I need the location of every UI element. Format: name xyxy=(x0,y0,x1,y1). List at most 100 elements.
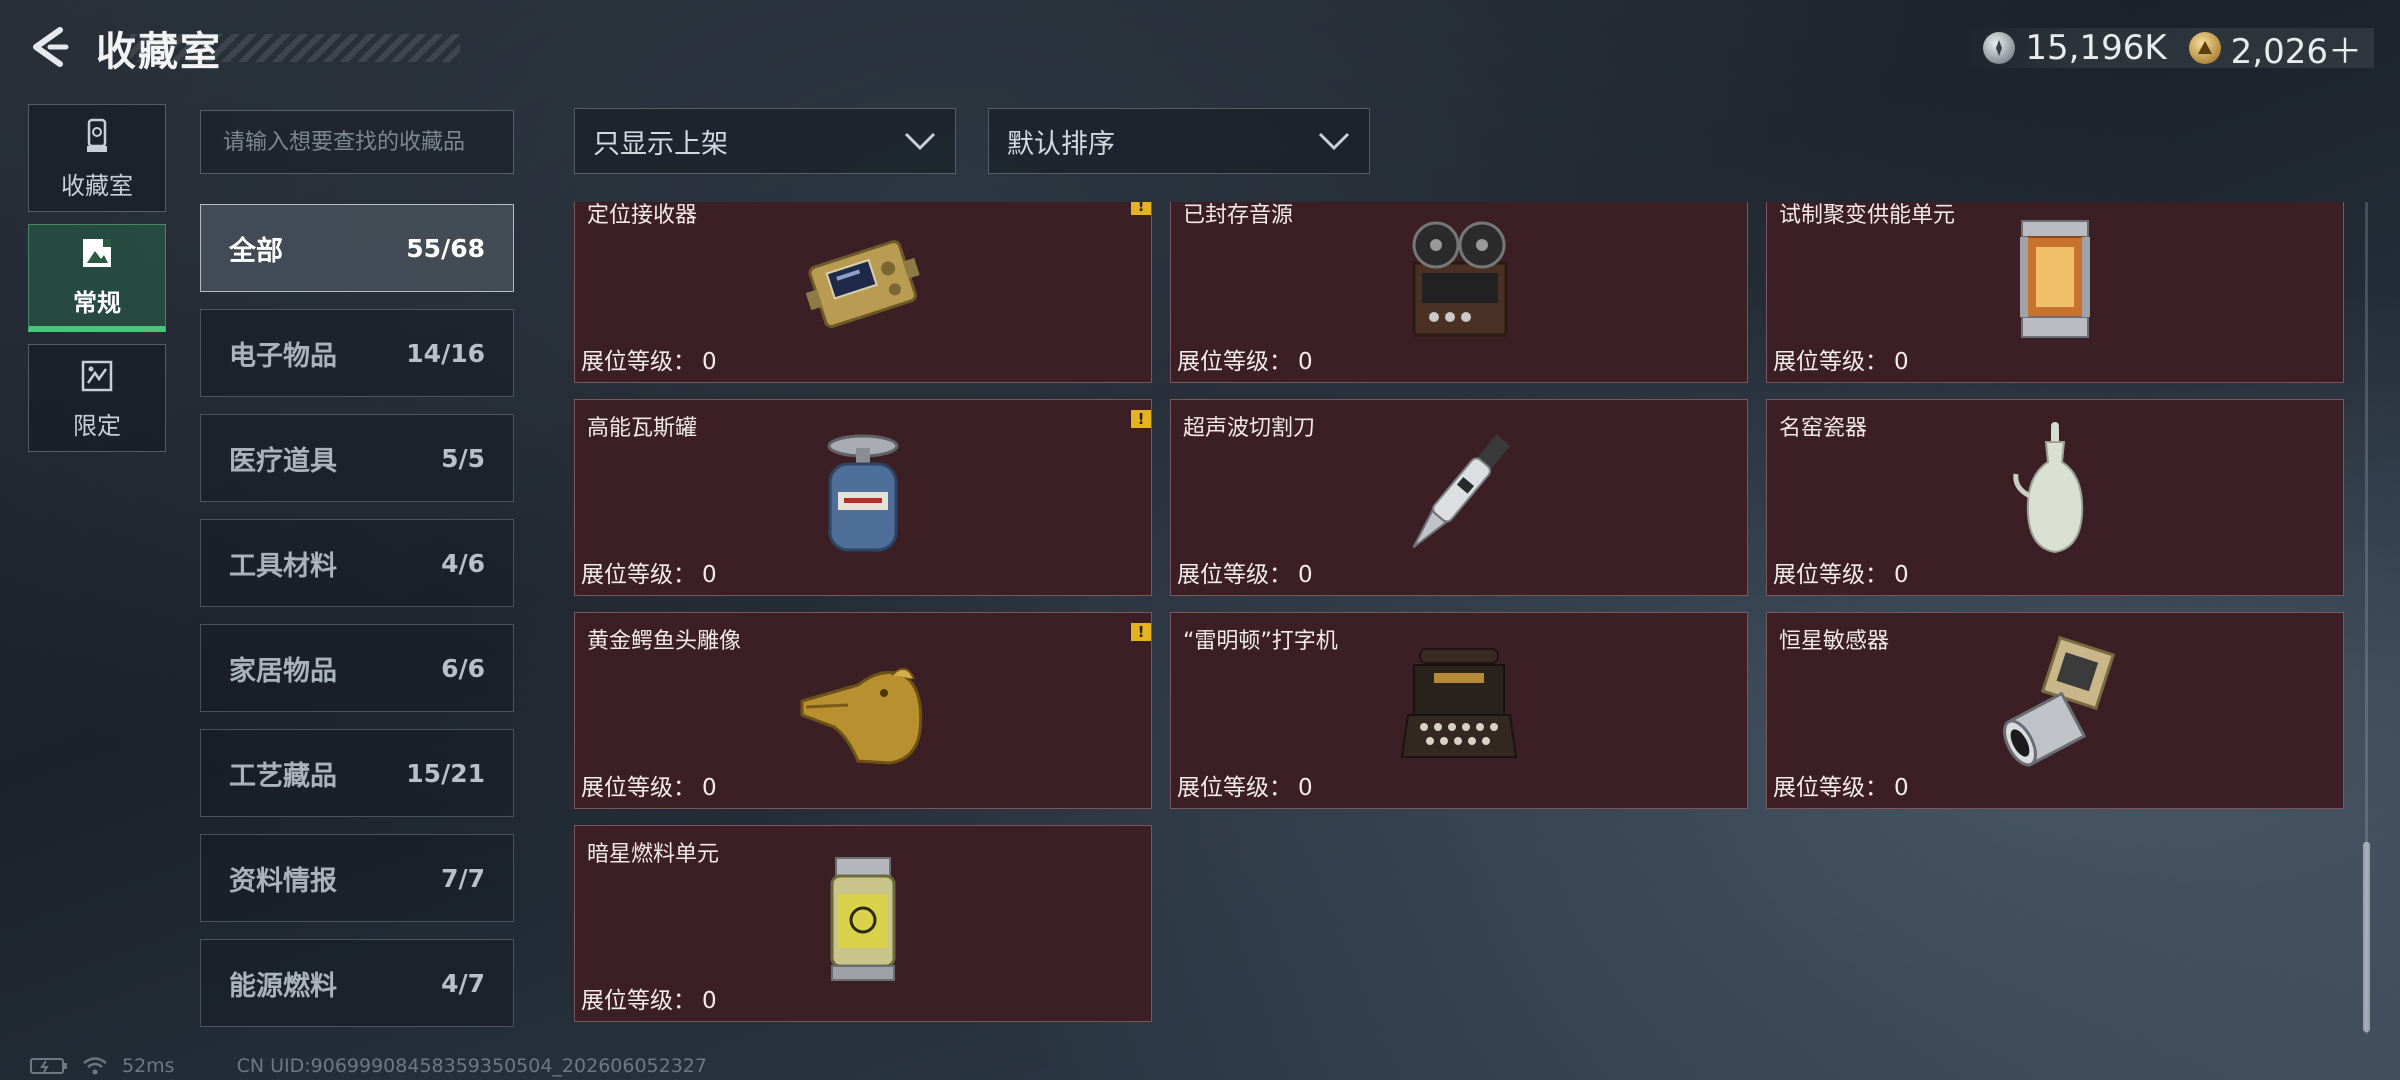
collection-card[interactable]: 恒星敏感器 展位等级： 0 xyxy=(1766,612,2344,809)
category-intel[interactable]: 资料情报 7/7 xyxy=(200,834,514,922)
category-label: 全部 xyxy=(229,235,283,267)
item-name: 定位接收器 xyxy=(587,203,698,228)
booth-level: 展位等级： 0 xyxy=(1773,342,1909,376)
booth-level-label: 展位等级： xyxy=(1177,562,1292,588)
currency-gold[interactable]: 2,026＋ xyxy=(2188,24,2362,73)
booth-level-value: 0 xyxy=(702,562,717,588)
sort-dropdown[interactable]: 默认排序 xyxy=(988,108,1370,174)
picture-icon xyxy=(83,239,111,267)
chevron-down-icon xyxy=(904,132,936,151)
collection-card[interactable]: 黄金鳄鱼头雕像 ! 展位等级： 0 xyxy=(574,612,1152,809)
booth-level-value: 0 xyxy=(1894,562,1909,588)
category-label: 电子物品 xyxy=(229,340,337,372)
category-electronics[interactable]: 电子物品 14/16 xyxy=(200,309,514,397)
left-rail: 收藏室 常规 限定 xyxy=(28,104,166,464)
chevron-down-icon xyxy=(1318,132,1350,151)
collection-card[interactable]: “雷明顿”打字机 展位等级： 0 xyxy=(1170,612,1748,809)
item-name: “雷明顿”打字机 xyxy=(1183,629,1338,654)
category-label: 工具材料 xyxy=(229,550,337,582)
porcelain-vase-icon xyxy=(2013,422,2084,554)
star-sensor-icon xyxy=(2003,635,2116,767)
display-filter-dropdown[interactable]: 只显示上架 xyxy=(574,108,956,174)
category-count: 6/6 xyxy=(441,653,485,683)
fuel-cell-icon xyxy=(830,857,896,981)
limited-icon xyxy=(81,360,113,391)
collection-card[interactable]: 定位接收器 ! 展位等级： 0 xyxy=(574,202,1152,383)
rail-item-regular[interactable]: 常规 xyxy=(28,224,166,332)
category-all[interactable]: 全部 55/68 xyxy=(200,204,514,292)
booth-level-value: 0 xyxy=(1298,562,1313,588)
category-crafts[interactable]: 工艺藏品 15/21 xyxy=(200,729,514,817)
booth-level: 展位等级： 0 xyxy=(1773,555,1909,589)
booth-level-value: 0 xyxy=(702,349,717,375)
booth-level: 展位等级： 0 xyxy=(1177,555,1313,589)
category-household[interactable]: 家居物品 6/6 xyxy=(200,624,514,712)
typewriter-icon xyxy=(1400,648,1518,758)
booth-level-label: 展位等级： xyxy=(581,775,696,801)
sort-value: 默认排序 xyxy=(1007,128,1115,160)
booth-level: 展位等级： 0 xyxy=(1773,768,1909,802)
category-count: 55/68 xyxy=(406,233,485,263)
booth-level-label: 展位等级： xyxy=(581,988,696,1014)
category-label: 工艺藏品 xyxy=(229,760,337,792)
back-arrow-icon[interactable] xyxy=(26,24,72,70)
category-label: 能源燃料 xyxy=(229,970,337,1002)
rail-label: 限定 xyxy=(73,411,121,440)
booth-level: 展位等级： 0 xyxy=(581,342,717,376)
collection-card[interactable]: 高能瓦斯罐 ! 展位等级： 0 xyxy=(574,399,1152,596)
warning-icon: ! xyxy=(1131,410,1151,428)
item-name: 试制聚变供能单元 xyxy=(1779,203,1956,228)
category-count: 15/21 xyxy=(406,758,485,788)
category-label: 医疗道具 xyxy=(229,445,337,477)
collection-card[interactable]: 超声波切割刀 展位等级： 0 xyxy=(1170,399,1748,596)
silver-coin-value: 15,196K xyxy=(2025,28,2167,68)
booth-level-value: 0 xyxy=(1298,775,1313,801)
collection-card[interactable]: 名窑瓷器 展位等级： 0 xyxy=(1766,399,2344,596)
currency-silver[interactable]: 15,196K xyxy=(1983,28,2167,68)
category-energy[interactable]: 能源燃料 4/7 xyxy=(200,939,514,1027)
booth-level-value: 0 xyxy=(1894,349,1909,375)
category-list: 全部 55/68 电子物品 14/16 医疗道具 5/5 工具材料 4/6 家居… xyxy=(200,204,514,1044)
gold-coin-value: 2,026＋ xyxy=(2230,31,2362,72)
reel-tape-recorder-icon xyxy=(1412,221,1508,337)
booth-level-value: 0 xyxy=(1894,775,1909,801)
booth-level-label: 展位等级： xyxy=(1773,349,1888,375)
rail-label: 收藏室 xyxy=(61,171,133,200)
item-name: 已封存音源 xyxy=(1183,203,1294,228)
rail-item-collection-room[interactable]: 收藏室 xyxy=(28,104,166,212)
collection-card[interactable]: 暗星燃料单元 展位等级： 0 xyxy=(574,825,1152,1022)
collection-card[interactable]: 已封存音源 展位等级： 0 xyxy=(1170,202,1748,383)
item-name: 高能瓦斯罐 xyxy=(587,416,698,441)
user-uid: CN UID:9069990845835935050​4_20260605232… xyxy=(236,1055,707,1077)
rail-item-limited[interactable]: 限定 xyxy=(28,344,166,452)
search-input[interactable] xyxy=(201,111,513,173)
search-box xyxy=(200,110,514,174)
booth-level-value: 0 xyxy=(702,775,717,801)
golden-crocodile-statue-icon xyxy=(800,668,923,765)
receiver-device-icon xyxy=(805,240,920,328)
trophy-icon xyxy=(87,118,107,152)
booth-level-value: 0 xyxy=(702,988,717,1014)
collection-grid: 定位接收器 ! 展位等级： 0 已封存音源 展位等级： 0 试制聚变供能单元 展… xyxy=(574,202,2348,1034)
ping-value: 52ms xyxy=(122,1055,175,1077)
booth-level: 展位等级： 0 xyxy=(581,981,717,1015)
collection-card[interactable]: 试制聚变供能单元 展位等级： 0 xyxy=(1766,202,2344,383)
item-name: 超声波切割刀 xyxy=(1183,416,1316,441)
scrollbar-thumb[interactable] xyxy=(2363,842,2370,1032)
booth-level-label: 展位等级： xyxy=(581,562,696,588)
item-name: 暗星燃料单元 xyxy=(587,842,720,867)
booth-level-label: 展位等级： xyxy=(1773,562,1888,588)
booth-level: 展位等级： 0 xyxy=(1177,768,1313,802)
category-label: 资料情报 xyxy=(229,865,337,897)
category-label: 家居物品 xyxy=(229,655,337,687)
category-medical[interactable]: 医疗道具 5/5 xyxy=(200,414,514,502)
category-count: 4/7 xyxy=(441,968,485,998)
fusion-unit-icon xyxy=(2020,220,2090,338)
booth-level: 展位等级： 0 xyxy=(1177,342,1313,376)
ultrasonic-cutter-icon xyxy=(1412,434,1511,549)
status-footer: 52ms CN UID:9069990845835935050​4_202606… xyxy=(30,1054,707,1078)
category-count: 14/16 xyxy=(406,338,485,368)
category-tools[interactable]: 工具材料 4/6 xyxy=(200,519,514,607)
booth-level-label: 展位等级： xyxy=(581,349,696,375)
top-bar: 收藏室 15,196K 2,026＋ xyxy=(0,0,2400,100)
